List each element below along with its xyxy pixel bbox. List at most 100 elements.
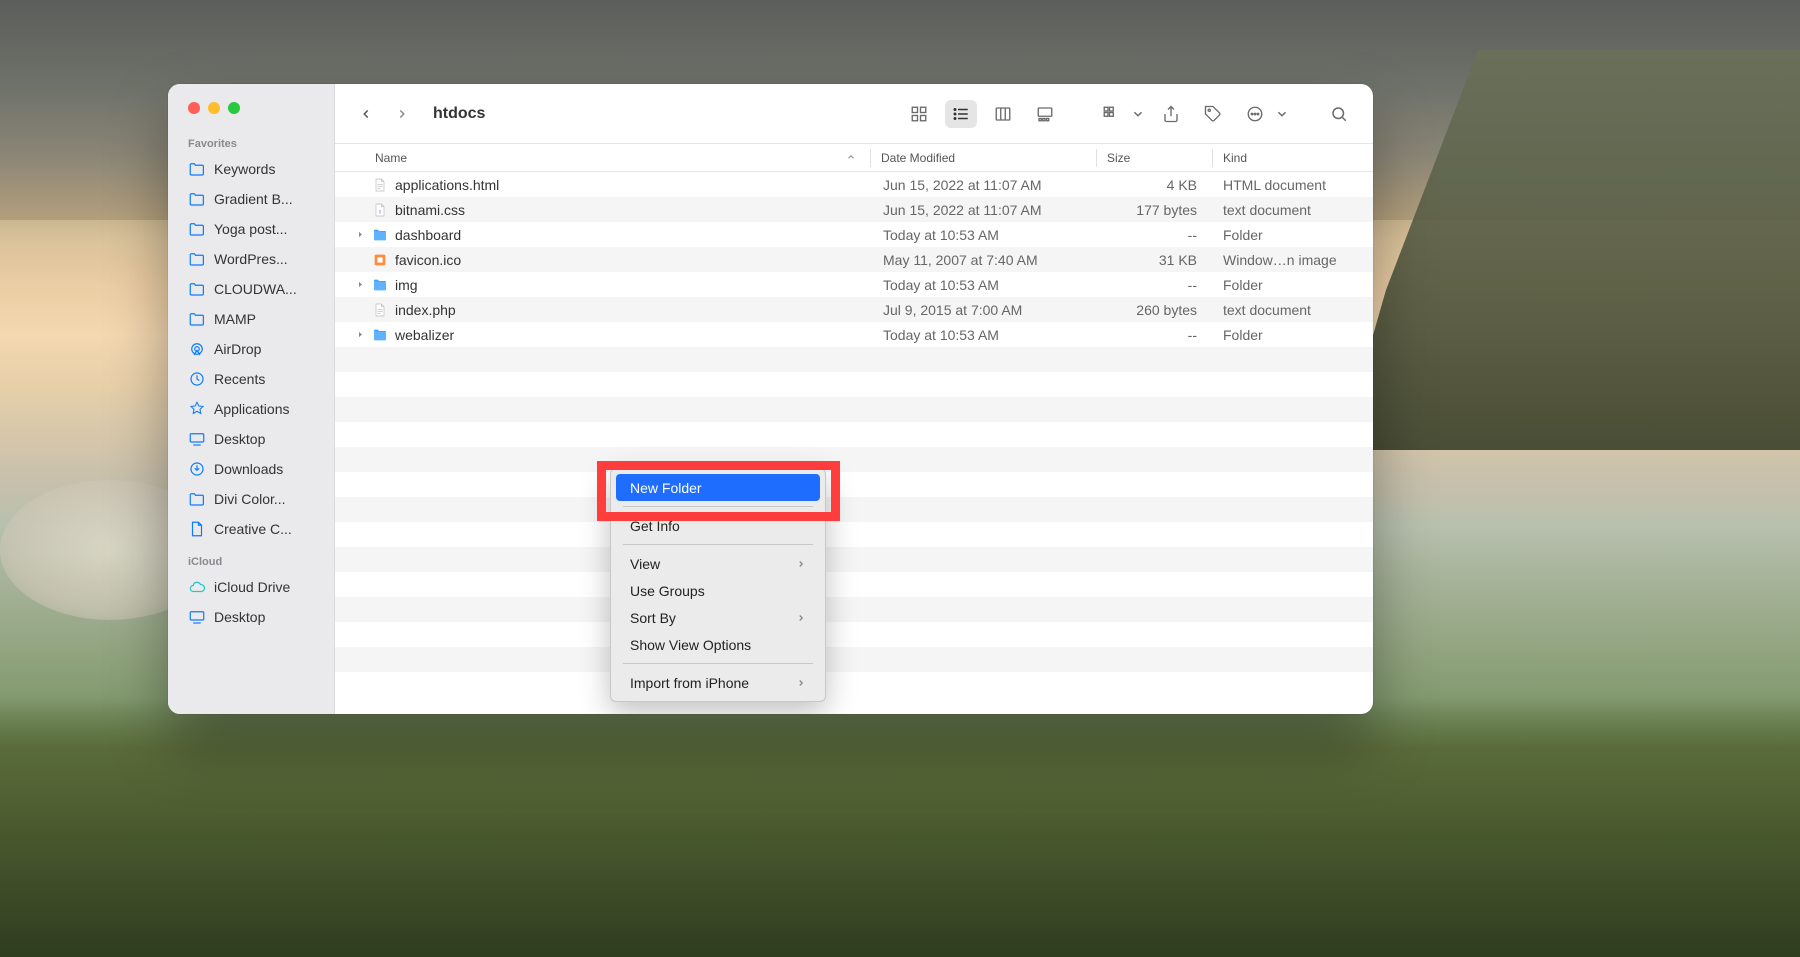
menu-item-get-info[interactable]: Get Info <box>616 512 820 539</box>
group-by-dropdown[interactable] <box>1131 100 1145 128</box>
menu-item-sort-by[interactable]: Sort By <box>616 604 820 631</box>
sidebar-item-gradient-b-[interactable]: Gradient B... <box>168 184 334 214</box>
folder-icon <box>188 490 206 508</box>
menu-item-import-from-iphone[interactable]: Import from iPhone <box>616 669 820 696</box>
file-row[interactable]: index.phpJul 9, 2015 at 7:00 AM260 bytes… <box>335 297 1373 322</box>
menu-item-show-view-options[interactable]: Show View Options <box>616 631 820 658</box>
file-name: favicon.ico <box>395 252 873 268</box>
file-row[interactable]: dashboardToday at 10:53 AM--Folder <box>335 222 1373 247</box>
sidebar-item-label: Keywords <box>214 161 275 177</box>
sidebar-item-recents[interactable]: Recents <box>168 364 334 394</box>
tags-button[interactable] <box>1197 100 1229 128</box>
file-row[interactable]: imgToday at 10:53 AM--Folder <box>335 272 1373 297</box>
search-button[interactable] <box>1323 100 1355 128</box>
more-actions-button[interactable] <box>1239 100 1271 128</box>
downloads-icon <box>188 460 206 478</box>
file-row[interactable]: bitnami.cssJun 15, 2022 at 11:07 AM177 b… <box>335 197 1373 222</box>
folder-icon <box>188 190 206 208</box>
file-name: applications.html <box>395 177 873 193</box>
file-row[interactable]: webalizerToday at 10:53 AM--Folder <box>335 322 1373 347</box>
sidebar: Favorites KeywordsGradient B...Yoga post… <box>168 84 335 714</box>
view-gallery-button[interactable] <box>1029 100 1061 128</box>
main-pane: htdocs <box>335 84 1373 714</box>
sidebar-item-desktop[interactable]: Desktop <box>168 602 334 632</box>
empty-row <box>335 547 1373 572</box>
fullscreen-button[interactable] <box>228 102 240 114</box>
file-size: -- <box>1098 277 1213 293</box>
sidebar-item-downloads[interactable]: Downloads <box>168 454 334 484</box>
sidebar-item-label: Recents <box>214 371 265 387</box>
share-button[interactable] <box>1155 100 1187 128</box>
disclosure-triangle-icon[interactable] <box>353 228 367 242</box>
forward-button[interactable] <box>389 101 415 127</box>
column-header-name[interactable]: Name <box>375 151 870 165</box>
more-actions-dropdown[interactable] <box>1275 100 1289 128</box>
empty-row <box>335 497 1373 522</box>
sidebar-item-keywords[interactable]: Keywords <box>168 154 334 184</box>
sidebar-item-divi-color-[interactable]: Divi Color... <box>168 484 334 514</box>
file-date: Today at 10:53 AM <box>873 327 1098 343</box>
folder-icon <box>371 276 389 294</box>
file-size: 31 KB <box>1098 252 1213 268</box>
empty-row <box>335 572 1373 597</box>
chevron-right-icon <box>796 556 806 572</box>
folder-icon <box>371 226 389 244</box>
column-header-size[interactable]: Size <box>1097 151 1212 165</box>
close-button[interactable] <box>188 102 200 114</box>
view-columns-button[interactable] <box>987 100 1019 128</box>
sidebar-item-label: Desktop <box>214 609 265 625</box>
sidebar-item-label: Gradient B... <box>214 191 293 207</box>
file-kind: text document <box>1213 202 1373 218</box>
sidebar-item-desktop[interactable]: Desktop <box>168 424 334 454</box>
menu-item-label: New Folder <box>630 480 702 496</box>
file-kind: Window…n image <box>1213 252 1373 268</box>
file-size: 260 bytes <box>1098 302 1213 318</box>
sidebar-item-label: MAMP <box>214 311 256 327</box>
menu-item-new-folder[interactable]: New Folder <box>616 474 820 501</box>
sidebar-item-label: Downloads <box>214 461 283 477</box>
menu-item-use-groups[interactable]: Use Groups <box>616 577 820 604</box>
file-name: webalizer <box>395 327 873 343</box>
file-size: 4 KB <box>1098 177 1213 193</box>
menu-separator <box>623 663 813 664</box>
sidebar-item-cloudwa-[interactable]: CLOUDWA... <box>168 274 334 304</box>
sidebar-item-applications[interactable]: Applications <box>168 394 334 424</box>
file-date: Jun 15, 2022 at 11:07 AM <box>873 177 1098 193</box>
file-name: index.php <box>395 302 873 318</box>
desktop-icon <box>188 608 206 626</box>
menu-item-label: View <box>630 556 660 572</box>
file-row[interactable]: applications.htmlJun 15, 2022 at 11:07 A… <box>335 172 1373 197</box>
chevron-right-icon <box>796 610 806 626</box>
view-list-button[interactable] <box>945 100 977 128</box>
file-size: -- <box>1098 227 1213 243</box>
folder-icon <box>188 220 206 238</box>
menu-separator <box>623 544 813 545</box>
menu-item-label: Get Info <box>630 518 680 534</box>
empty-row <box>335 347 1373 372</box>
empty-row <box>335 672 1373 697</box>
file-row[interactable]: favicon.icoMay 11, 2007 at 7:40 AM31 KBW… <box>335 247 1373 272</box>
view-icons-button[interactable] <box>903 100 935 128</box>
column-header-date[interactable]: Date Modified <box>871 151 1096 165</box>
empty-row <box>335 397 1373 422</box>
desktop-grass <box>0 697 1800 957</box>
sidebar-item-yoga-post-[interactable]: Yoga post... <box>168 214 334 244</box>
back-button[interactable] <box>353 101 379 127</box>
group-by-button[interactable] <box>1095 100 1127 128</box>
sidebar-item-wordpres-[interactable]: WordPres... <box>168 244 334 274</box>
minimize-button[interactable] <box>208 102 220 114</box>
sidebar-item-label: iCloud Drive <box>214 579 290 595</box>
column-header-kind[interactable]: Kind <box>1213 151 1373 165</box>
sidebar-item-creative-c-[interactable]: Creative C... <box>168 514 334 544</box>
sidebar-item-icloud-drive[interactable]: iCloud Drive <box>168 572 334 602</box>
menu-item-label: Show View Options <box>630 637 751 653</box>
sidebar-item-airdrop[interactable]: AirDrop <box>168 334 334 364</box>
sidebar-item-mamp[interactable]: MAMP <box>168 304 334 334</box>
empty-row <box>335 647 1373 672</box>
disclosure-triangle-icon[interactable] <box>353 278 367 292</box>
menu-item-view[interactable]: View <box>616 550 820 577</box>
folder-icon <box>188 160 206 178</box>
file-list[interactable]: applications.htmlJun 15, 2022 at 11:07 A… <box>335 172 1373 714</box>
file-date: Jun 15, 2022 at 11:07 AM <box>873 202 1098 218</box>
disclosure-triangle-icon[interactable] <box>353 328 367 342</box>
